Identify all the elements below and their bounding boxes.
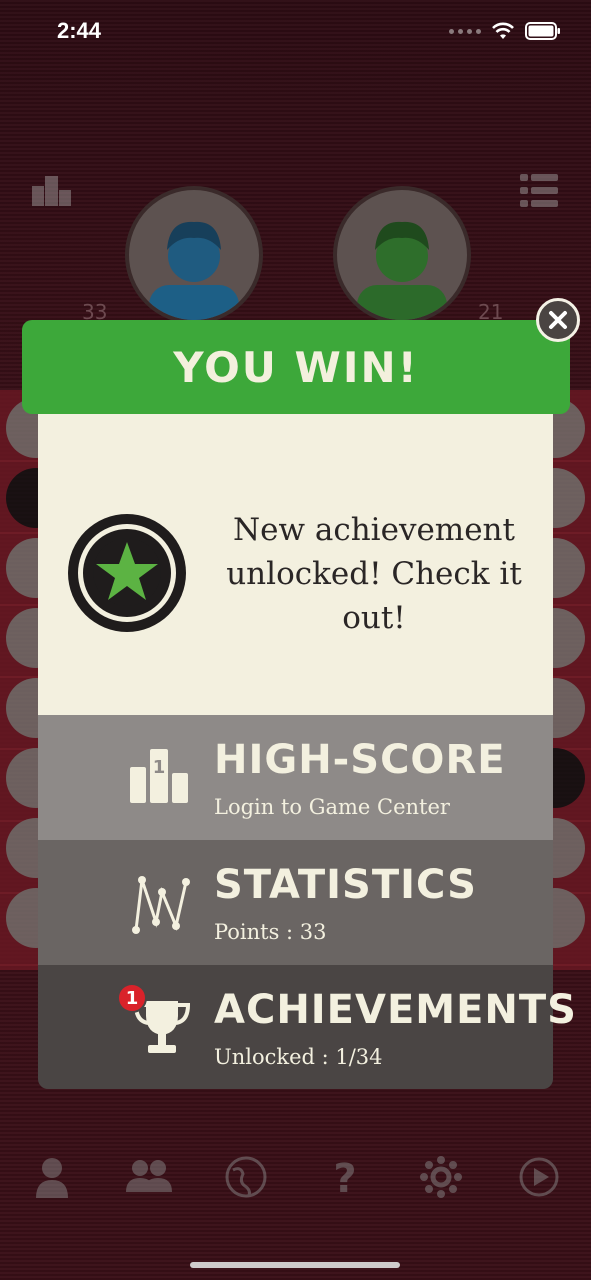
- multiplayer-icon[interactable]: [126, 1156, 172, 1196]
- settings-icon[interactable]: [420, 1156, 462, 1198]
- achievements-button[interactable]: 1 ACHIEVEMENTS Unlocked : 1/34: [38, 965, 576, 1089]
- wifi-icon: [492, 22, 514, 39]
- high-score-title: HIGH-SCORE: [214, 737, 506, 783]
- profile-icon[interactable]: [34, 1156, 70, 1198]
- leaderboard-icon[interactable]: [32, 172, 72, 212]
- achievement-message: New achievement unlocked! Check it out!: [226, 512, 522, 636]
- statistics-button[interactable]: STATISTICS Points : 33: [38, 840, 553, 965]
- home-indicator: [190, 1262, 400, 1268]
- line-chart-icon: [132, 876, 190, 934]
- achievements-title: ACHIEVEMENTS: [214, 987, 577, 1033]
- statistics-title: STATISTICS: [214, 862, 477, 908]
- svg-text:?: ?: [333, 1156, 356, 1198]
- podium-icon: 1: [130, 749, 188, 803]
- menu-icon[interactable]: [520, 172, 558, 214]
- globe-icon[interactable]: [225, 1156, 267, 1198]
- close-button[interactable]: [536, 298, 580, 342]
- star-icon: [93, 538, 161, 606]
- battery-icon: [525, 22, 560, 40]
- high-score-subtitle: Login to Game Center: [214, 795, 450, 819]
- status-icons: [449, 22, 561, 40]
- play-icon[interactable]: [518, 1156, 560, 1198]
- achievements-subtitle: Unlocked : 1/34: [214, 1045, 383, 1069]
- status-time: 2:44: [57, 18, 102, 43]
- win-banner: YOU WIN!: [22, 320, 570, 414]
- player2-avatar: [333, 186, 471, 324]
- win-title: YOU WIN!: [173, 342, 419, 392]
- close-icon: [549, 311, 567, 329]
- player1-avatar: [125, 186, 263, 324]
- svg-text:1: 1: [153, 757, 166, 778]
- achievement-badge[interactable]: [68, 514, 186, 632]
- bottom-nav: ?: [0, 1150, 591, 1210]
- signal-icon: [449, 28, 481, 34]
- status-bar: 2:44: [0, 0, 591, 64]
- statistics-subtitle: Points : 33: [214, 920, 327, 944]
- help-icon[interactable]: ?: [330, 1156, 360, 1198]
- notification-badge: 1: [117, 983, 147, 1013]
- high-score-button[interactable]: 1 HIGH-SCORE Login to Game Center: [38, 715, 553, 840]
